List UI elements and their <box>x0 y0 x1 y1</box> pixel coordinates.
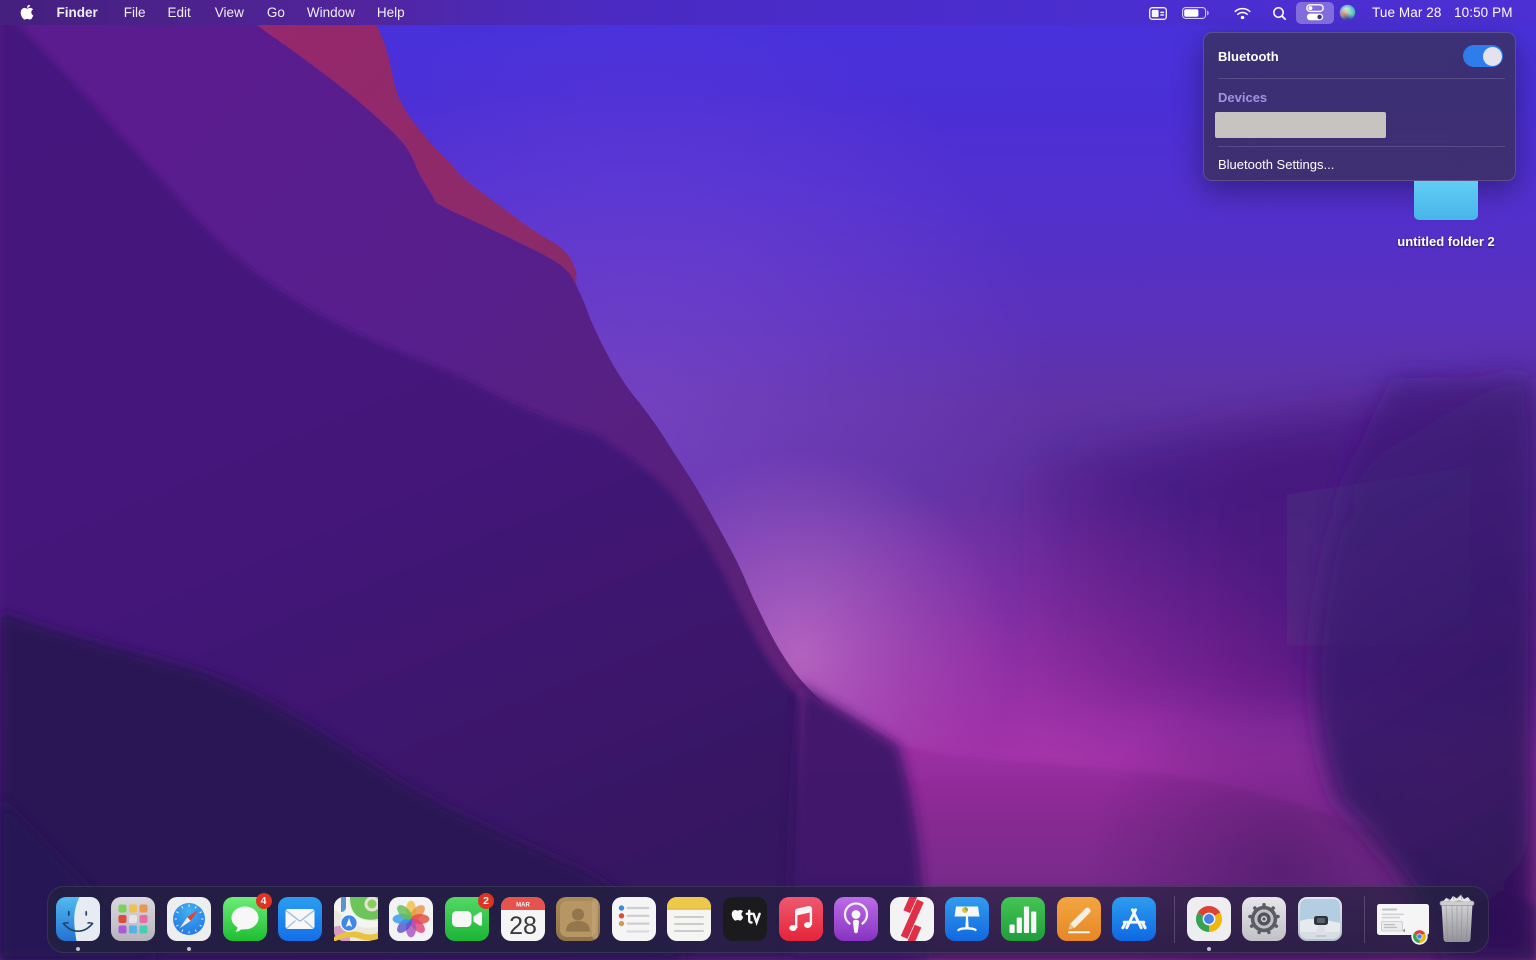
svg-text:MAR: MAR <box>516 903 530 909</box>
svg-text:28: 28 <box>509 912 537 940</box>
